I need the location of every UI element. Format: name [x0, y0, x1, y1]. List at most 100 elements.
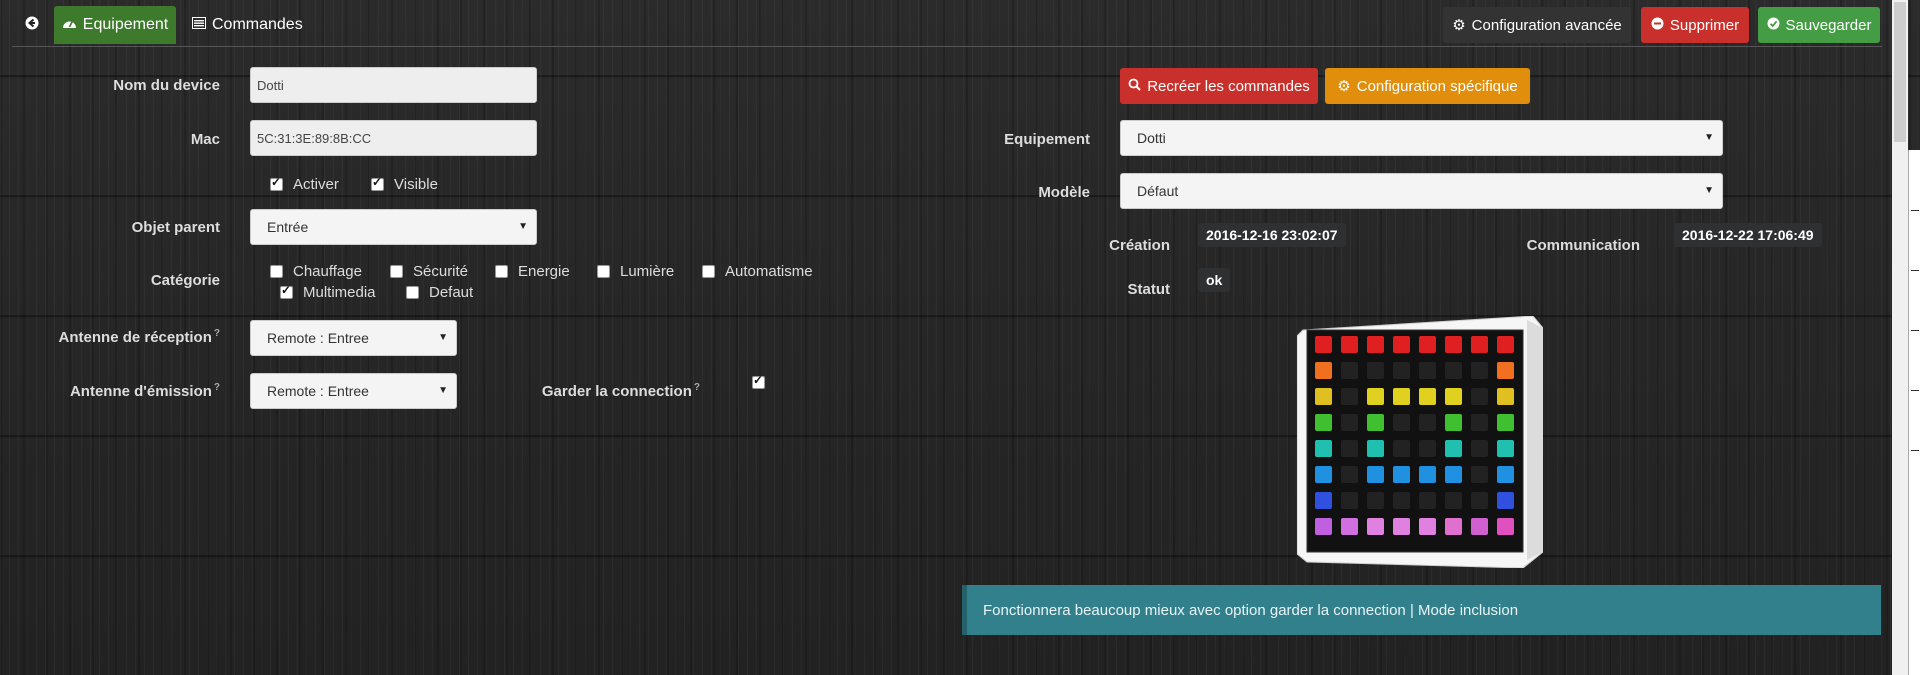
activate-checkbox[interactable]: Activer — [270, 175, 339, 193]
vertical-scrollbar[interactable] — [1892, 0, 1908, 675]
category-checkbox-box[interactable] — [390, 265, 403, 278]
led-pixel — [1393, 518, 1410, 535]
category-checkbox-box[interactable] — [597, 265, 610, 278]
parent-object-label: Objet parent — [131, 219, 220, 236]
device-name-label: Nom du device — [113, 77, 220, 94]
led-pixel — [1341, 440, 1358, 457]
category-checkbox-defaut[interactable]: Defaut — [406, 284, 473, 301]
rx-antenna-value: Remote : Entree — [267, 330, 369, 346]
led-pixel — [1471, 336, 1488, 353]
category-checkbox-box[interactable] — [270, 265, 283, 278]
category-checkbox-multimedia[interactable]: Multimedia — [280, 283, 376, 301]
led-pixel — [1341, 336, 1358, 353]
led-pixel — [1393, 492, 1410, 509]
led-pixel — [1341, 518, 1358, 535]
led-pixel — [1367, 336, 1384, 353]
delete-button[interactable]: Supprimer — [1641, 7, 1749, 43]
communication-value: 2016-12-22 17:06:49 — [1674, 223, 1822, 247]
advanced-config-button[interactable]: ⚙ Configuration avancée — [1443, 7, 1631, 43]
led-pixel — [1367, 466, 1384, 483]
category-checkbox-box[interactable] — [495, 265, 508, 278]
led-pixel — [1315, 388, 1332, 405]
mac-input[interactable]: 5C:31:3E:89:8B:CC — [250, 120, 537, 156]
equipment-value: Dotti — [1137, 130, 1166, 146]
led-pixel — [1367, 414, 1384, 431]
led-pixel — [1315, 440, 1332, 457]
save-label: Sauvegarder — [1785, 16, 1872, 34]
tab-commandes[interactable]: Commandes — [184, 6, 311, 44]
specific-config-button[interactable]: ⚙ Configuration spécifique — [1325, 68, 1530, 104]
equipment-select[interactable]: Dotti ▼ — [1120, 120, 1723, 156]
recreate-commands-label: Recréer les commandes — [1147, 77, 1310, 95]
led-pixel — [1393, 388, 1410, 405]
check-circle-icon — [1767, 17, 1780, 34]
category-checkbox-chauffage[interactable]: Chauffage — [270, 263, 362, 280]
led-pixel — [1393, 440, 1410, 457]
led-pixel — [1419, 440, 1436, 457]
category-lumiere-label: Lumière — [620, 263, 675, 280]
specific-config-label: Configuration spécifique — [1356, 77, 1518, 95]
question-circle-icon[interactable]: ? — [214, 382, 220, 393]
tx-antenna-label-text: Antenne d'émission — [69, 383, 212, 400]
model-select[interactable]: Défaut ▼ — [1120, 173, 1723, 209]
tab-equipement[interactable]: Equipement — [54, 6, 176, 44]
led-pixel — [1497, 492, 1514, 509]
led-pixel — [1445, 492, 1462, 509]
category-checkbox-box[interactable] — [406, 286, 419, 299]
caret-down-icon: ▼ — [1704, 132, 1714, 143]
category-checkbox-lumiere[interactable]: Lumière — [597, 263, 674, 280]
category-checkbox-energie[interactable]: Energie — [495, 263, 570, 280]
led-pixel — [1341, 362, 1358, 379]
category-multimedia-label: Multimedia — [303, 284, 376, 301]
question-circle-icon[interactable]: ? — [694, 382, 700, 393]
led-pixel — [1367, 492, 1384, 509]
led-pixel — [1315, 518, 1332, 535]
activate-checkbox-box[interactable] — [270, 175, 283, 191]
category-checkbox-securite[interactable]: Sécurité — [390, 263, 468, 280]
led-pixel — [1393, 362, 1410, 379]
keep-connection-checkbox[interactable] — [752, 373, 765, 389]
side-panel-line — [1911, 450, 1919, 451]
led-pixel — [1471, 440, 1488, 457]
led-pixel — [1367, 388, 1384, 405]
led-pixel — [1445, 362, 1462, 379]
info-alert: Fonctionnera beaucoup mieux avec option … — [962, 585, 1881, 635]
circle-arrow-left-icon — [25, 16, 39, 35]
led-pixel — [1419, 388, 1436, 405]
category-automatisme-label: Automatisme — [725, 263, 813, 280]
scrollbar-thumb[interactable] — [1894, 2, 1906, 142]
led-pixel — [1445, 440, 1462, 457]
save-button[interactable]: Sauvegarder — [1758, 7, 1880, 43]
status-value: ok — [1198, 268, 1231, 292]
tx-antenna-select[interactable]: Remote : Entree ▼ — [250, 373, 457, 409]
parent-object-select[interactable]: Entrée ▼ — [250, 209, 537, 245]
keep-connection-checkbox-box[interactable] — [752, 373, 765, 389]
cogs-icon: ⚙ — [1337, 78, 1351, 95]
led-pixel — [1341, 414, 1358, 431]
device-name-input[interactable]: Dotti — [250, 67, 537, 103]
rx-antenna-select[interactable]: Remote : Entree ▼ — [250, 320, 457, 356]
led-pixel — [1419, 362, 1436, 379]
activate-label: Activer — [293, 176, 339, 193]
led-pixel — [1497, 518, 1514, 535]
category-checkbox-automatisme[interactable]: Automatisme — [702, 263, 813, 280]
recreate-commands-button[interactable]: Recréer les commandes — [1120, 68, 1318, 104]
led-pixel — [1315, 336, 1332, 353]
visible-checkbox-box[interactable] — [371, 175, 384, 191]
visible-checkbox[interactable]: Visible — [371, 175, 438, 193]
cogs-icon: ⚙ — [1452, 17, 1466, 34]
side-panel — [1908, 150, 1920, 675]
question-circle-icon[interactable]: ? — [214, 328, 220, 339]
led-pixel — [1471, 362, 1488, 379]
side-panel-line — [1911, 270, 1919, 271]
category-checkbox-box[interactable] — [702, 265, 715, 278]
mac-label: Mac — [190, 131, 220, 148]
back-button[interactable] — [14, 6, 50, 44]
category-checkbox-box[interactable] — [280, 283, 293, 299]
led-pixel — [1497, 336, 1514, 353]
side-panel-line — [1911, 390, 1919, 391]
led-pixel — [1497, 414, 1514, 431]
advanced-config-label: Configuration avancée — [1471, 16, 1622, 34]
led-pixel — [1445, 518, 1462, 535]
led-pixel — [1341, 466, 1358, 483]
